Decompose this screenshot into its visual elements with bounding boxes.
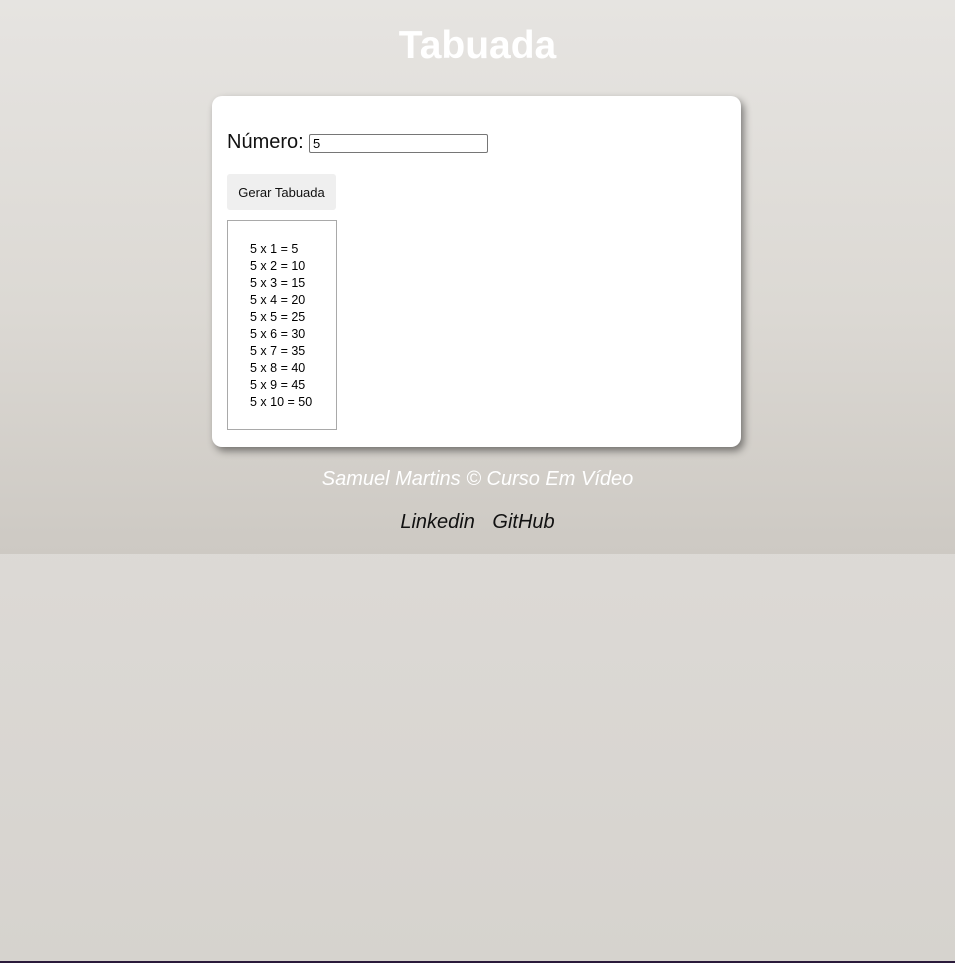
footer-credit: Samuel Martins © Curso Em Vídeo — [321, 468, 634, 490]
result-item[interactable]: 5 x 8 = 40 — [250, 360, 312, 377]
multiplication-card: Número: Gerar Tabuada 5 x 1 = 5 5 x 2 = … — [212, 96, 741, 447]
generate-table-button[interactable]: Gerar Tabuada — [227, 174, 336, 210]
result-item[interactable]: 5 x 3 = 15 — [250, 275, 312, 292]
result-item[interactable]: 5 x 1 = 5 — [250, 241, 312, 258]
page-title: Tabuada — [398, 24, 557, 67]
results-select-box[interactable]: 5 x 1 = 5 5 x 2 = 10 5 x 3 = 15 5 x 4 = … — [227, 220, 337, 430]
result-item[interactable]: 5 x 4 = 20 — [250, 292, 312, 309]
result-item[interactable]: 5 x 10 = 50 — [250, 394, 312, 411]
result-item[interactable]: 5 x 6 = 30 — [250, 326, 312, 343]
result-item[interactable]: 5 x 9 = 45 — [250, 377, 312, 394]
github-link[interactable]: GitHub — [492, 511, 554, 533]
results-list: 5 x 1 = 5 5 x 2 = 10 5 x 3 = 15 5 x 4 = … — [250, 241, 312, 411]
number-input[interactable] — [309, 134, 488, 153]
footer-links: Linkedin GitHub — [0, 510, 955, 534]
number-label: Número: — [227, 131, 304, 153]
linkedin-link[interactable]: Linkedin — [400, 511, 475, 533]
result-item[interactable]: 5 x 5 = 25 — [250, 309, 312, 326]
result-item[interactable]: 5 x 7 = 35 — [250, 343, 312, 360]
result-item[interactable]: 5 x 2 = 10 — [250, 258, 312, 275]
